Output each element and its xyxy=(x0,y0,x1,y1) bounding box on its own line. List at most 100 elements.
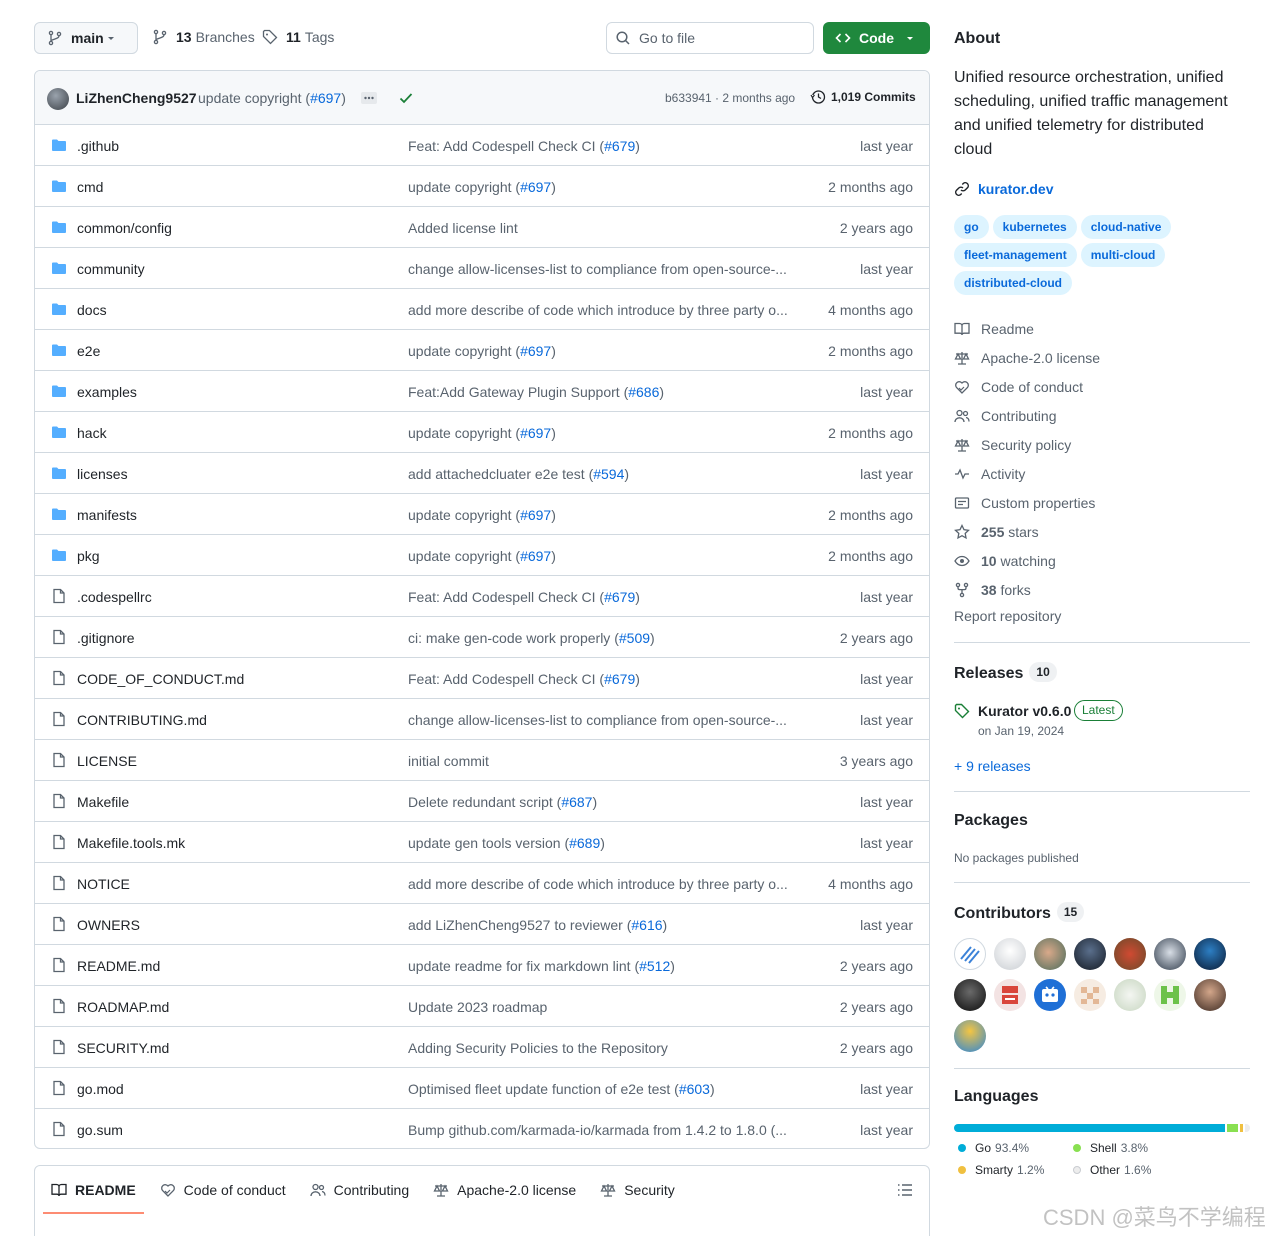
file-commit-message[interactable]: add more describe of code which introduc… xyxy=(408,302,788,318)
commit-author[interactable]: LiZhenCheng9527 xyxy=(76,90,197,106)
file-name[interactable]: examples xyxy=(77,384,137,400)
readme-tab[interactable]: Security xyxy=(592,1166,683,1214)
file-commit-message[interactable]: Optimised fleet update function of e2e t… xyxy=(408,1081,715,1097)
ellipsis-icon[interactable] xyxy=(361,92,377,104)
file-name[interactable]: go.mod xyxy=(77,1081,124,1097)
contributor-avatar[interactable] xyxy=(1114,979,1146,1011)
commit-pr-link[interactable]: #594 xyxy=(593,466,624,482)
file-commit-message[interactable]: Bump github.com/karmada-io/karmada from … xyxy=(408,1122,787,1138)
file-name[interactable]: LICENSE xyxy=(77,753,137,769)
readme-tab[interactable]: Code of conduct xyxy=(152,1166,294,1214)
file-name[interactable]: cmd xyxy=(77,179,103,195)
file-name[interactable]: ROADMAP.md xyxy=(77,999,169,1015)
file-row[interactable]: CODE_OF_CONDUCT.md Feat: Add Codespell Ch… xyxy=(35,658,929,699)
file-row[interactable]: docs add more describe of code which intr… xyxy=(35,289,929,330)
contributor-avatar[interactable] xyxy=(1074,979,1106,1011)
file-commit-message[interactable]: update copyright (#697) xyxy=(408,179,556,195)
file-commit-message[interactable]: initial commit xyxy=(408,753,489,769)
readme-tab[interactable]: Apache-2.0 license xyxy=(425,1166,584,1214)
topic-tag[interactable]: distributed-cloud xyxy=(954,271,1072,295)
releases-title[interactable]: Releases 10 xyxy=(954,662,1057,683)
commit-pr-link[interactable]: #603 xyxy=(679,1081,710,1097)
contributor-avatar[interactable] xyxy=(1154,979,1186,1011)
file-name[interactable]: README.md xyxy=(77,958,160,974)
file-commit-message[interactable]: add LiZhenCheng9527 to reviewer (#616) xyxy=(408,917,667,933)
contributor-avatar[interactable] xyxy=(1114,938,1146,970)
file-name[interactable]: Makefile xyxy=(77,794,129,810)
contributor-avatar[interactable] xyxy=(1194,938,1226,970)
file-row[interactable]: .codespellrc Feat: Add Codespell Check CI… xyxy=(35,576,929,617)
file-name[interactable]: .gitignore xyxy=(77,630,135,646)
commit-pr-link[interactable]: #686 xyxy=(628,384,659,400)
file-commit-message[interactable]: change allow-licenses-list to compliance… xyxy=(408,261,787,277)
file-row[interactable]: manifests update copyright (#697) 2 months… xyxy=(35,494,929,535)
release-name[interactable]: Kurator v0.6.0 xyxy=(978,703,1071,719)
commit-pr-link[interactable]: #697 xyxy=(520,425,551,441)
commit-pr-link[interactable]: #679 xyxy=(604,589,635,605)
file-commit-message[interactable]: Feat: Add Codespell Check CI (#679) xyxy=(408,589,640,605)
file-commit-message[interactable]: update gen tools version (#689) xyxy=(408,835,605,851)
file-commit-message[interactable]: add attachedcluater e2e test (#594) xyxy=(408,466,629,482)
contributor-avatar[interactable] xyxy=(994,938,1026,970)
file-name[interactable]: CONTRIBUTING.md xyxy=(77,712,207,728)
author-avatar[interactable] xyxy=(47,88,69,110)
sidebar-link-activity[interactable]: Activity xyxy=(954,459,1100,488)
file-row[interactable]: Makefile.tools.mk update gen tools versio… xyxy=(35,822,929,863)
file-commit-message[interactable]: update copyright (#697) xyxy=(408,343,556,359)
file-row[interactable]: SECURITY.md Adding Security Policies to t… xyxy=(35,1027,929,1068)
file-commit-message[interactable]: update copyright (#697) xyxy=(408,548,556,564)
topic-tag[interactable]: multi-cloud xyxy=(1080,243,1166,267)
contributor-avatar[interactable] xyxy=(1034,938,1066,970)
commit-pr-link[interactable]: #687 xyxy=(561,794,592,810)
outline-list-icon[interactable] xyxy=(897,1182,913,1198)
commit-pr-link[interactable]: #697 xyxy=(520,548,551,564)
commit-pr-link[interactable]: #697 xyxy=(310,90,341,106)
file-commit-message[interactable]: Update 2023 roadmap xyxy=(408,999,547,1015)
report-repository-link[interactable]: Report repository xyxy=(954,608,1061,624)
sidebar-link-stars[interactable]: 255 stars xyxy=(954,517,1100,546)
file-name[interactable]: pkg xyxy=(77,548,100,564)
file-row[interactable]: e2e update copyright (#697) 2 months ago xyxy=(35,330,929,371)
topic-tag[interactable]: fleet-management xyxy=(954,243,1077,267)
readme-tab[interactable]: Contributing xyxy=(302,1166,418,1214)
file-commit-message[interactable]: Added license lint xyxy=(408,220,518,236)
tags-link[interactable]: 11 Tags xyxy=(262,29,334,45)
file-name[interactable]: OWNERS xyxy=(77,917,140,933)
file-commit-message[interactable]: Feat:Add Gateway Plugin Support (#686) xyxy=(408,384,664,400)
commits-link[interactable]: 1,019 Commits xyxy=(810,89,916,105)
contributor-avatar[interactable] xyxy=(954,979,986,1011)
file-name[interactable]: Makefile.tools.mk xyxy=(77,835,185,851)
file-row[interactable]: NOTICE add more describe of code which in… xyxy=(35,863,929,904)
file-row[interactable]: common/config Added license lint 2 years a… xyxy=(35,207,929,248)
sidebar-link-readme[interactable]: Readme xyxy=(954,314,1100,343)
commit-pr-link[interactable]: #697 xyxy=(520,507,551,523)
sidebar-link-security-policy[interactable]: Security policy xyxy=(954,430,1100,459)
file-row[interactable]: community change allow-licenses-list to c… xyxy=(35,248,929,289)
contributor-avatar[interactable] xyxy=(994,979,1026,1011)
website-link[interactable]: kurator.dev xyxy=(954,181,1053,197)
file-row[interactable]: ROADMAP.md Update 2023 roadmap 2 years ago xyxy=(35,986,929,1027)
file-row[interactable]: .github Feat: Add Codespell Check CI (#67… xyxy=(35,125,929,166)
branches-link[interactable]: 13 Branches xyxy=(152,29,255,45)
file-name[interactable]: docs xyxy=(77,302,107,318)
sidebar-link-apache-2-0-license[interactable]: Apache-2.0 license xyxy=(954,343,1100,372)
contributors-title[interactable]: Contributors 15 xyxy=(954,902,1085,923)
file-commit-message[interactable]: update readme for fix markdown lint (#51… xyxy=(408,958,675,974)
branch-select-button[interactable]: main xyxy=(34,22,138,54)
file-commit-message[interactable]: change allow-licenses-list to compliance… xyxy=(408,712,787,728)
file-name[interactable]: community xyxy=(77,261,145,277)
go-to-file-input[interactable]: Go to file xyxy=(606,22,814,54)
sidebar-link-watching[interactable]: 10 watching xyxy=(954,546,1100,575)
file-commit-message[interactable]: update copyright (#697) xyxy=(408,507,556,523)
language-item[interactable]: Go 93.4% xyxy=(958,1141,1029,1155)
sidebar-link-contributing[interactable]: Contributing xyxy=(954,401,1100,430)
file-name[interactable]: manifests xyxy=(77,507,137,523)
file-name[interactable]: .codespellrc xyxy=(77,589,152,605)
file-name[interactable]: go.sum xyxy=(77,1122,123,1138)
language-item[interactable]: Other 1.6% xyxy=(1073,1163,1151,1177)
file-row[interactable]: README.md update readme for fix markdown … xyxy=(35,945,929,986)
file-row[interactable]: OWNERS add LiZhenCheng9527 to reviewer (#… xyxy=(35,904,929,945)
topic-tag[interactable]: cloud-native xyxy=(1080,215,1172,239)
contributor-avatar[interactable] xyxy=(1074,938,1106,970)
language-bar-segment[interactable] xyxy=(1239,1124,1244,1132)
